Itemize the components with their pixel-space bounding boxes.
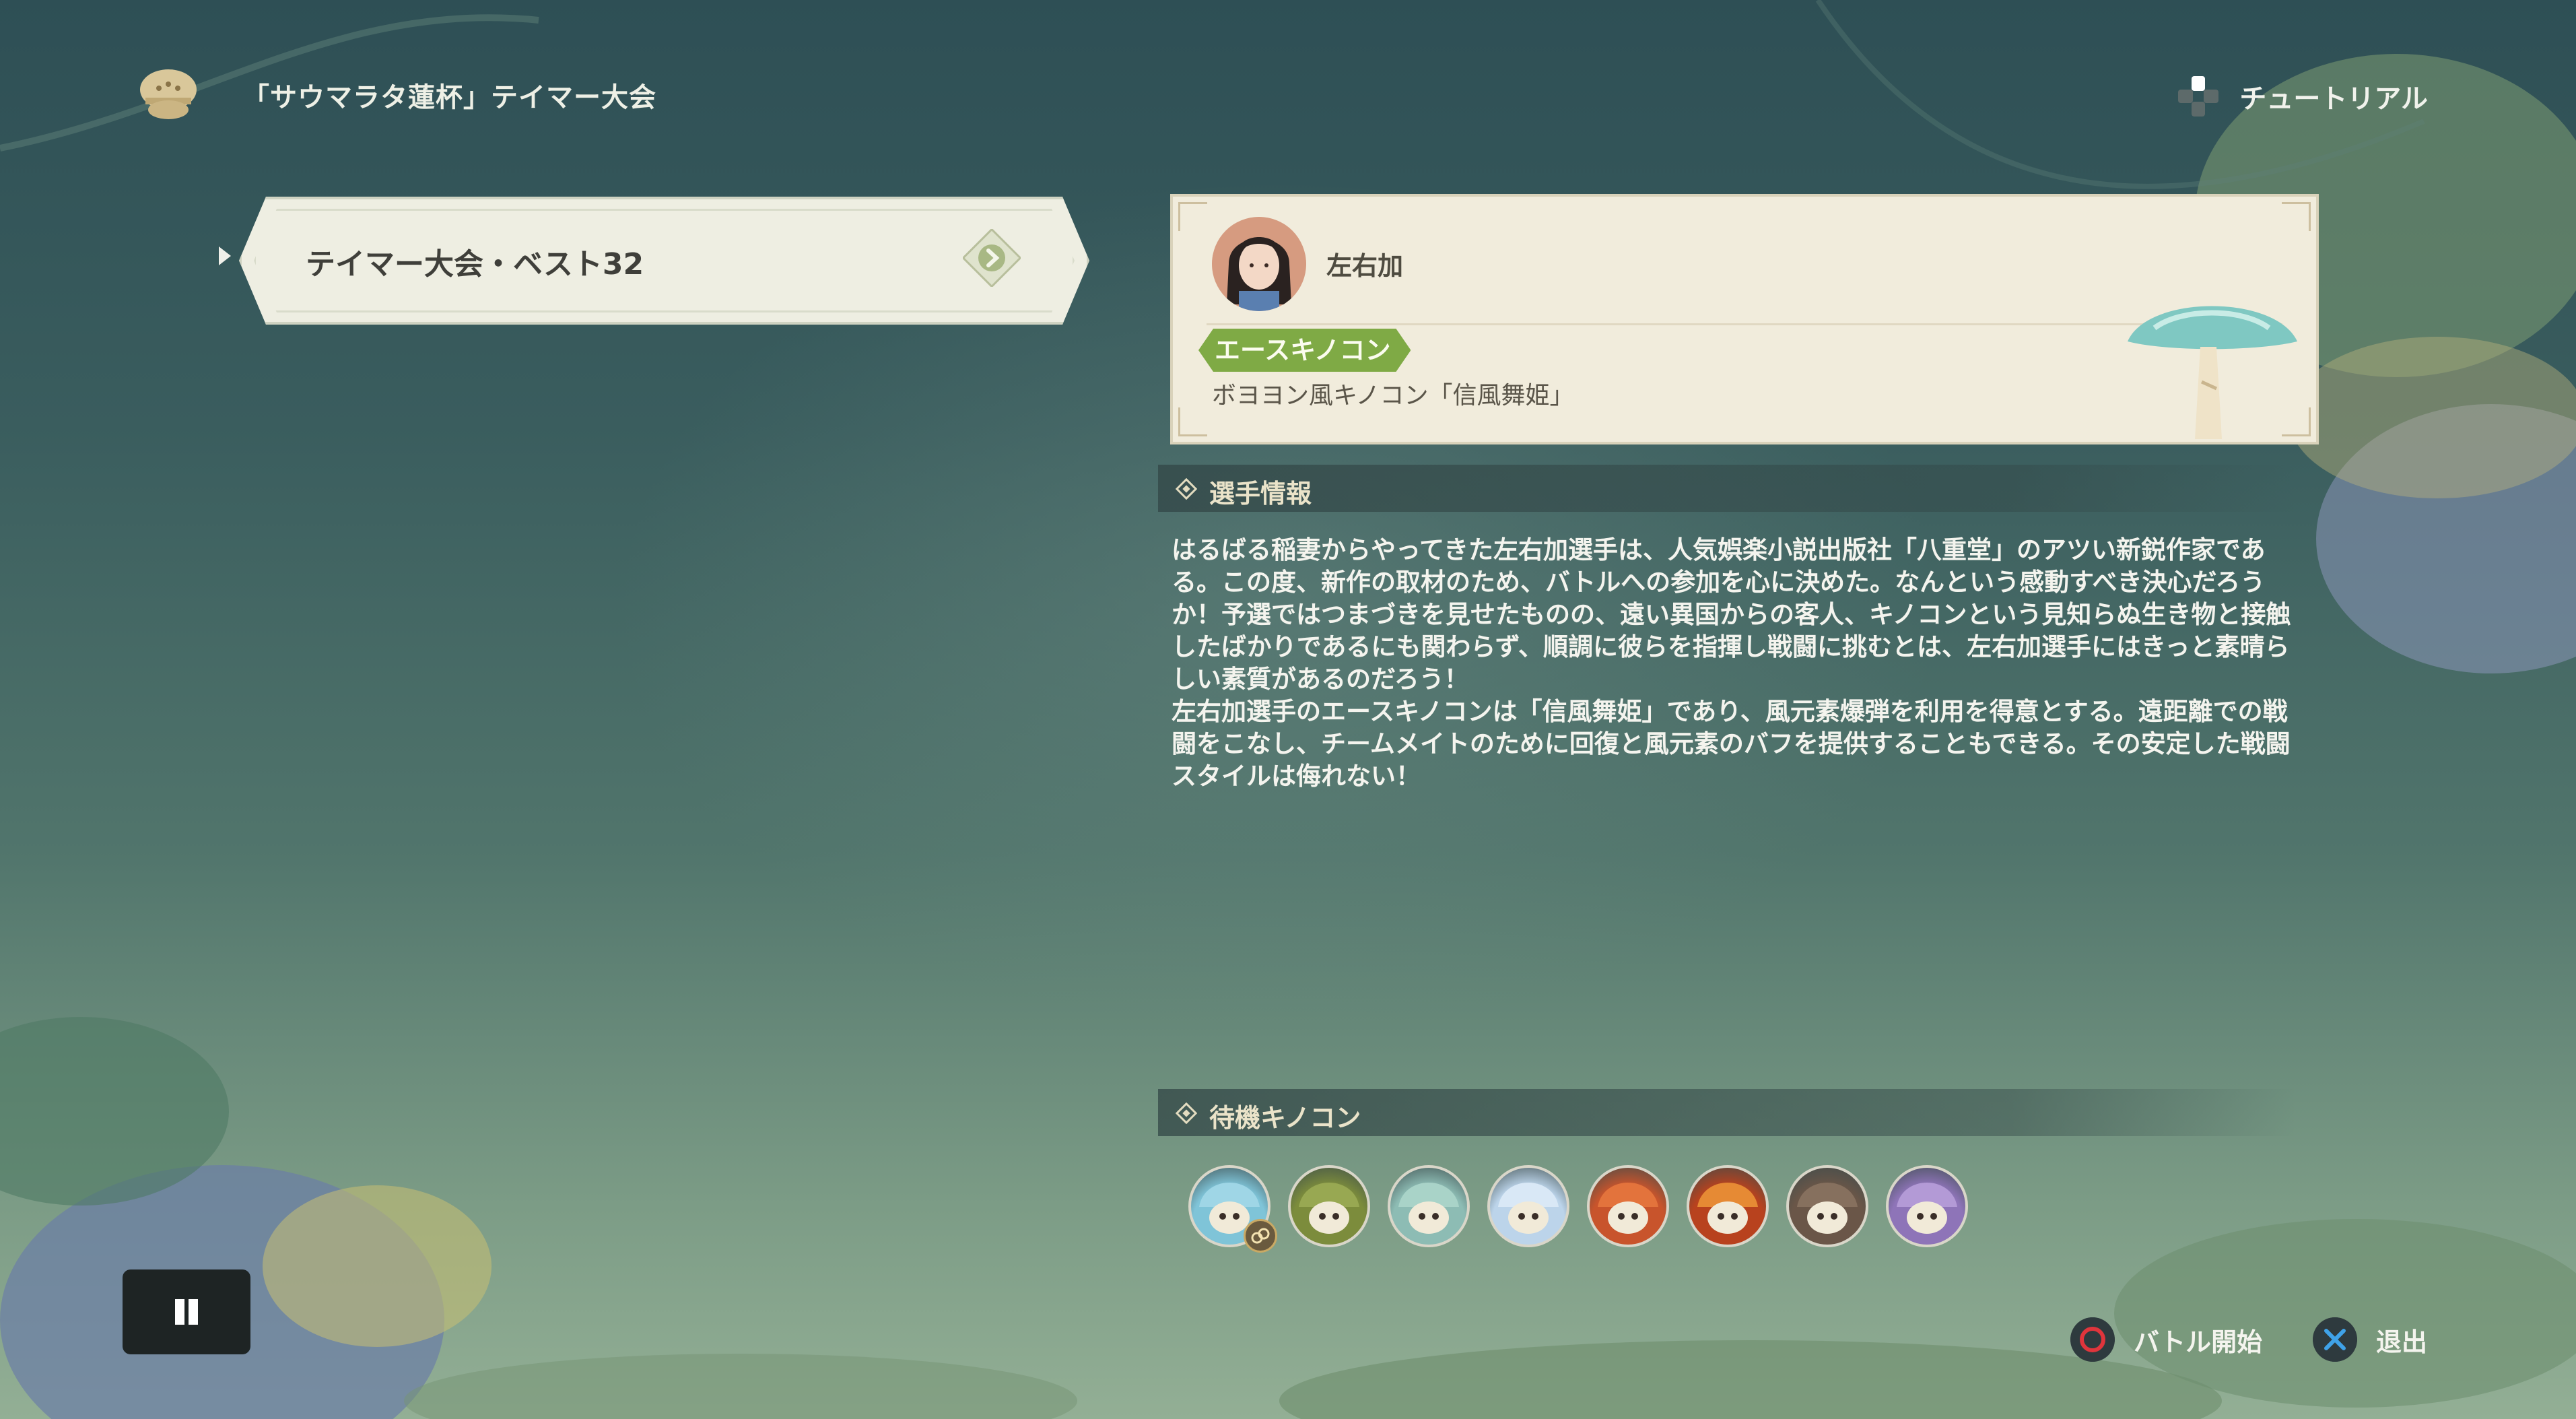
cross-button-icon bbox=[2313, 1317, 2357, 1362]
tournament-logo-icon bbox=[140, 69, 197, 119]
exit-label: 退出 bbox=[2376, 1327, 2428, 1357]
fungi-portrait-icon bbox=[1697, 1183, 1758, 1234]
pause-icon bbox=[189, 1299, 198, 1325]
diamond-icon bbox=[1176, 1102, 1197, 1124]
start-battle-label: バトル開始 bbox=[2134, 1327, 2263, 1357]
standby-fungi-title: 待機キノコン bbox=[1209, 1103, 1361, 1133]
player-info-title: 選手情報 bbox=[1209, 479, 1312, 508]
standby-fungi-list bbox=[1188, 1165, 1968, 1247]
ice-crystal-fungi-icon[interactable] bbox=[1487, 1165, 1569, 1247]
diamond-icon bbox=[1176, 478, 1197, 500]
fungi-portrait-icon bbox=[1299, 1183, 1359, 1234]
pause-icon bbox=[175, 1299, 184, 1325]
fungi-portrait-icon bbox=[1598, 1183, 1658, 1234]
brown-stone-fungi-icon[interactable] bbox=[1786, 1165, 1868, 1247]
ace-fungi-name: ボヨヨン風キノコン「信風舞姫」 bbox=[1212, 382, 1574, 409]
orange-fire-fungi-icon[interactable] bbox=[1587, 1165, 1669, 1247]
player-profile-card: 左右加 エースキノコン ボヨヨン風キノコン「信風舞姫」 bbox=[1170, 194, 2319, 444]
link-chain-icon bbox=[1244, 1219, 1277, 1253]
fungi-portrait-icon bbox=[1797, 1183, 1858, 1234]
stage-go-icon[interactable] bbox=[963, 229, 1021, 287]
description-paragraph: 左右加選手のエースキノコンは「信風舞姫」であり、風元素爆弾を利用を得意とする。遠… bbox=[1172, 697, 2291, 791]
stage-label: テイマー大会・ベスト32 bbox=[306, 247, 644, 282]
card-corner-ornament bbox=[1178, 202, 1207, 231]
player-avatar bbox=[1212, 217, 1306, 311]
fungi-portrait-icon bbox=[1897, 1183, 1957, 1234]
stage-card[interactable]: テイマー大会・ベスト32 bbox=[239, 197, 1089, 325]
dpad-icon bbox=[2178, 76, 2219, 117]
ace-fungi-mushroom-icon bbox=[2128, 306, 2297, 439]
fungi-portrait-icon bbox=[1398, 1183, 1459, 1234]
event-title: 「サウマラタ蓮杯」テイマー大会 bbox=[242, 82, 656, 113]
description-paragraph: はるばる稲妻からやってきた左右加選手は、人気娯楽小説出版社「八重堂」のアツい新鋭… bbox=[1172, 535, 2291, 694]
purple-cap-fungi-icon[interactable] bbox=[1886, 1165, 1968, 1247]
teal-cap-fungi-icon[interactable] bbox=[1388, 1165, 1470, 1247]
selection-arrow-icon bbox=[219, 246, 231, 265]
ace-badge: エースキノコン bbox=[1198, 329, 1411, 372]
card-corner-ornament bbox=[1178, 407, 1207, 436]
player-info-header: 選手情報 bbox=[1158, 465, 2296, 512]
green-leaf-fungi-icon[interactable] bbox=[1288, 1165, 1370, 1247]
tutorial-button[interactable]: チュートリアル bbox=[2175, 73, 2428, 120]
player-name: 左右加 bbox=[1326, 251, 1404, 281]
start-battle-button[interactable]: バトル開始 bbox=[2070, 1317, 2262, 1362]
tutorial-label: チュートリアル bbox=[2239, 84, 2428, 114]
standby-fungi-header: 待機キノコン bbox=[1158, 1089, 2296, 1136]
circle-button-icon bbox=[2070, 1317, 2115, 1362]
flame-crown-fungi-icon[interactable] bbox=[1687, 1165, 1769, 1247]
card-corner-ornament bbox=[2282, 202, 2311, 231]
pause-button[interactable] bbox=[123, 1269, 250, 1354]
exit-button[interactable]: 退出 bbox=[2313, 1317, 2427, 1362]
fungi-portrait-icon bbox=[1498, 1183, 1559, 1234]
player-description: はるばる稲妻からやってきた左右加選手は、人気娯楽小説出版社「八重堂」のアツい新鋭… bbox=[1172, 534, 2309, 793]
